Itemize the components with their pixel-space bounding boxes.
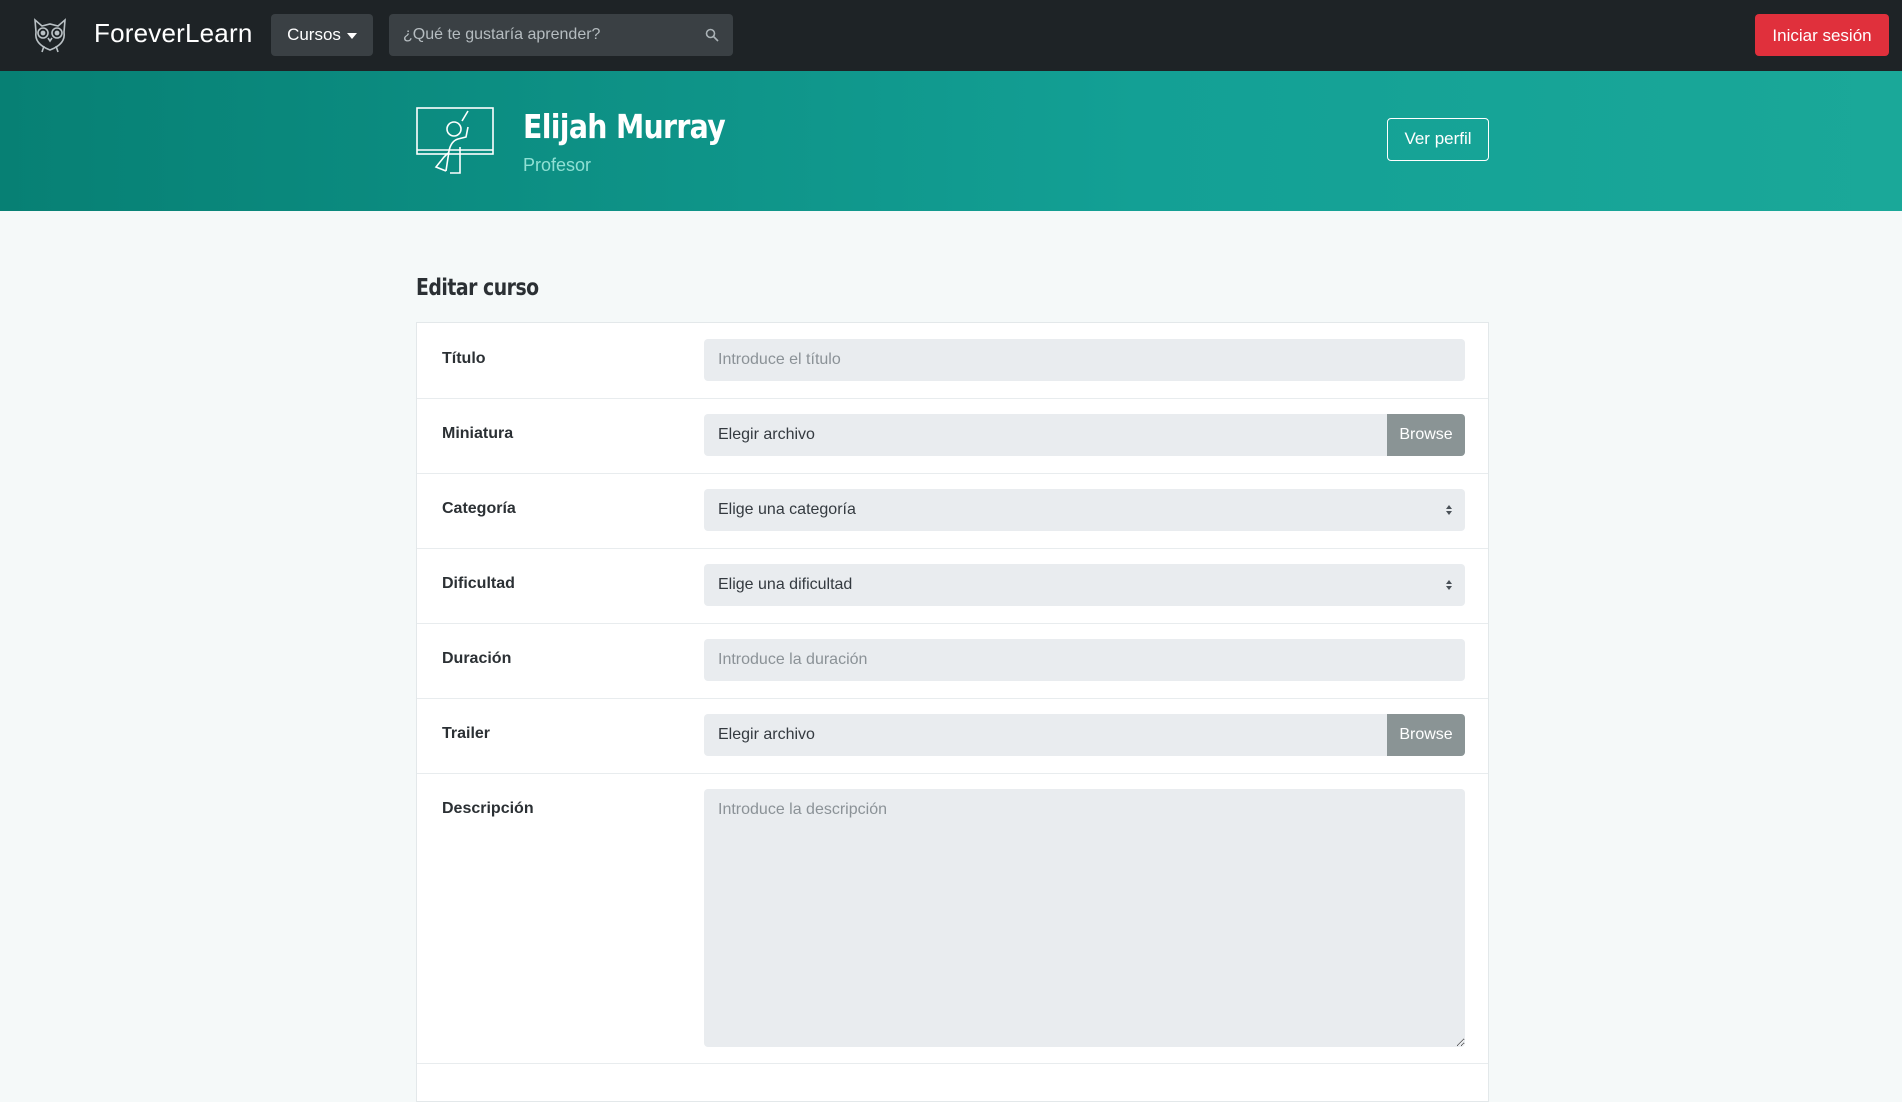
courses-dropdown-label: Cursos (287, 25, 341, 44)
teacher-at-board-icon (416, 107, 494, 174)
category-label: Categoría (442, 500, 516, 517)
search-box (389, 14, 733, 56)
edit-course-form: Título Miniatura Elegir archivo Browse C… (416, 322, 1489, 1102)
title-label: Título (442, 350, 486, 367)
thumbnail-browse-button[interactable]: Browse (1387, 414, 1465, 456)
select-arrows-icon (1446, 505, 1452, 515)
select-arrows-icon (1446, 580, 1452, 590)
category-select-value: Elige una categoría (718, 501, 856, 518)
teacher-name: Elijah Murray (523, 107, 726, 146)
description-label: Descripción (442, 800, 534, 817)
top-navbar: ForeverLearn Cursos Iniciar sesión (0, 0, 1902, 71)
difficulty-select-value: Elige una dificultad (718, 576, 853, 593)
brand-name[interactable]: ForeverLearn (94, 18, 252, 49)
duration-input[interactable] (704, 639, 1465, 681)
search-input[interactable] (389, 14, 689, 56)
category-select[interactable]: Elige una categoría (704, 489, 1465, 531)
trailer-file-text: Elegir archivo (718, 726, 815, 743)
difficulty-label: Dificultad (442, 575, 515, 592)
owl-logo-icon[interactable] (32, 16, 68, 54)
trailer-browse-button[interactable]: Browse (1387, 714, 1465, 756)
teacher-role: Profesor (523, 155, 592, 175)
profile-header: Elijah Murray Profesor (0, 71, 1902, 211)
trailer-file-input[interactable]: Elegir archivo Browse (704, 714, 1465, 756)
description-textarea[interactable] (704, 789, 1465, 1047)
form-row-duration: Duración (417, 623, 1488, 699)
duration-label: Duración (442, 650, 512, 667)
thumbnail-file-text: Elegir archivo (718, 426, 815, 443)
thumbnail-file-input[interactable]: Elegir archivo Browse (704, 414, 1465, 456)
difficulty-select[interactable]: Elige una dificultad (704, 564, 1465, 606)
trailer-label: Trailer (442, 725, 491, 742)
page-title: Editar curso (416, 275, 539, 301)
form-row-difficulty: Dificultad Elige una dificultad (417, 548, 1488, 624)
form-row-category: Categoría Elige una categoría (417, 473, 1488, 549)
caret-down-icon (346, 32, 357, 39)
form-row-title: Título (417, 323, 1488, 399)
search-icon[interactable] (705, 28, 719, 42)
form-row-thumbnail: Miniatura Elegir archivo Browse (417, 398, 1488, 474)
form-row-description: Descripción (417, 773, 1488, 1064)
title-input[interactable] (704, 339, 1465, 381)
courses-dropdown-button[interactable]: Cursos (271, 14, 373, 56)
view-profile-button[interactable]: Ver perfil (1387, 118, 1489, 161)
form-row-trailer: Trailer Elegir archivo Browse (417, 698, 1488, 774)
thumbnail-label: Miniatura (442, 425, 514, 442)
login-button[interactable]: Iniciar sesión (1755, 14, 1889, 56)
